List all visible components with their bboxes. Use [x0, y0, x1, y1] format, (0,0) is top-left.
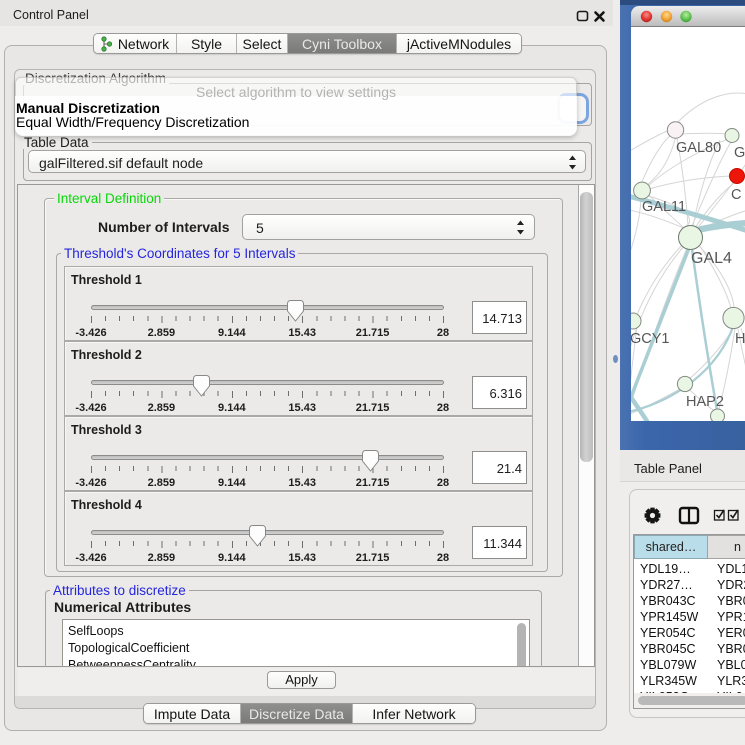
svg-text:HAP2: HAP2 [686, 394, 724, 410]
svg-text:GCY1: GCY1 [631, 331, 670, 347]
svg-text:GAL4: GAL4 [691, 250, 732, 267]
svg-text:GAL80: GAL80 [676, 140, 721, 156]
svg-text:GA: GA [734, 145, 745, 161]
svg-text:GAL11: GAL11 [642, 199, 686, 215]
svg-text:C: C [731, 187, 741, 203]
svg-text:H: H [735, 331, 745, 347]
